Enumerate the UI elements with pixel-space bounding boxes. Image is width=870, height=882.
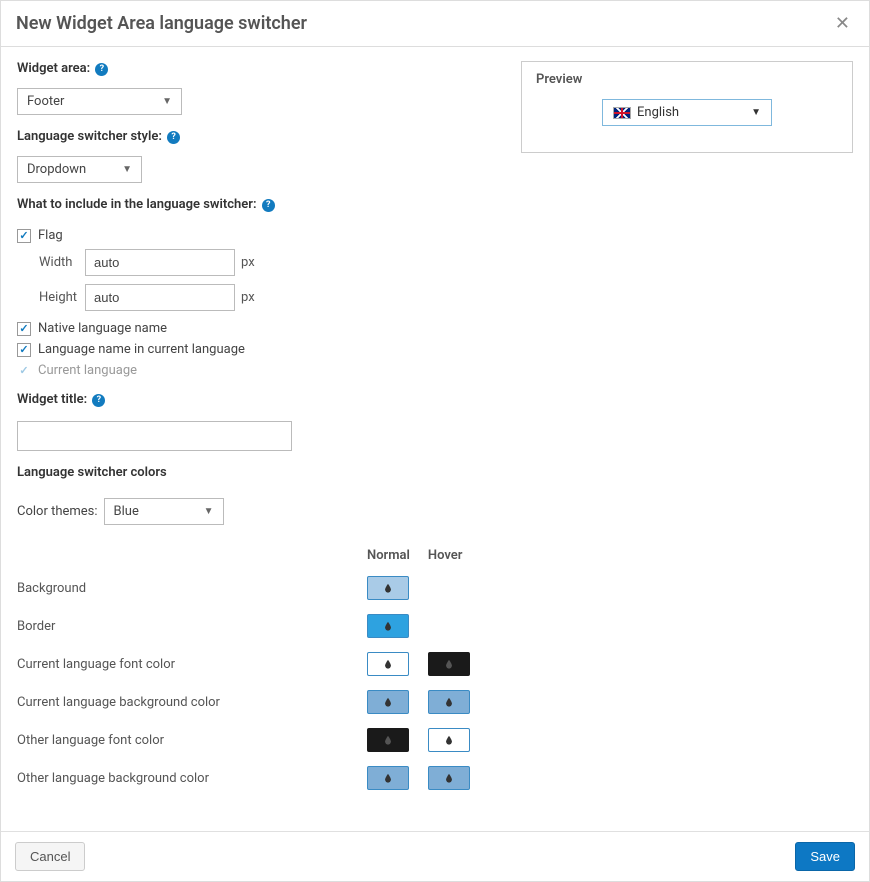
dialog-body: Widget area: ? Footer ▼ Language switche…	[1, 47, 869, 831]
flag-label: Flag	[38, 228, 63, 243]
dialog-header: New Widget Area language switcher ✕	[1, 1, 869, 47]
flag-height-input[interactable]	[85, 284, 235, 311]
flag-uk-icon	[613, 107, 631, 119]
color-theme-row: Color themes: Blue ▼	[17, 498, 503, 525]
color-swatch[interactable]	[367, 652, 409, 676]
preview-language-select[interactable]: English ▼	[602, 99, 772, 126]
native-checkbox[interactable]	[17, 322, 31, 336]
widget-title-label: Widget title:	[17, 392, 87, 407]
chevron-down-icon: ▼	[204, 506, 214, 517]
flag-width-input[interactable]	[85, 249, 235, 276]
dialog-title: New Widget Area language switcher	[16, 13, 307, 34]
color-theme-select[interactable]: Blue ▼	[104, 498, 224, 525]
dialog-footer: Cancel Save	[1, 831, 869, 881]
preview-lang-text: English	[637, 105, 679, 120]
color-row-label: Current language font color	[17, 645, 367, 683]
color-swatch[interactable]	[428, 690, 470, 714]
widget-area-label: Widget area:	[17, 61, 90, 76]
width-row: Width px	[39, 249, 503, 276]
color-row: Other language background color	[17, 759, 488, 797]
color-swatch[interactable]	[428, 766, 470, 790]
color-themes-label: Color themes:	[17, 504, 98, 519]
help-icon[interactable]: ?	[262, 199, 275, 212]
currentname-label: Language name in current language	[38, 342, 245, 357]
native-checkbox-row: Native language name	[17, 321, 503, 336]
widget-title-input[interactable]	[17, 421, 292, 451]
chevron-down-icon: ▼	[122, 164, 132, 175]
currentlang-checkbox-row: Current language	[17, 363, 503, 378]
color-swatch[interactable]	[367, 690, 409, 714]
flag-checkbox[interactable]	[17, 229, 31, 243]
cancel-button[interactable]: Cancel	[15, 842, 85, 871]
preview-column: Preview English ▼	[521, 61, 853, 811]
color-row: Current language background color	[17, 683, 488, 721]
color-row-label: Current language background color	[17, 683, 367, 721]
dialog: New Widget Area language switcher ✕ Widg…	[0, 0, 870, 882]
color-row-label: Other language font color	[17, 721, 367, 759]
chevron-down-icon: ▼	[751, 107, 761, 118]
color-row-label: Background	[17, 569, 367, 607]
color-row: Other language font color	[17, 721, 488, 759]
hover-header: Hover	[428, 541, 488, 569]
colors-group: Language switcher colors Color themes: B…	[17, 465, 503, 797]
chevron-down-icon: ▼	[162, 96, 172, 107]
px-unit: px	[241, 255, 255, 270]
currentname-checkbox[interactable]	[17, 343, 31, 357]
color-theme-value: Blue	[114, 504, 139, 519]
style-value: Dropdown	[27, 162, 86, 177]
form-column: Widget area: ? Footer ▼ Language switche…	[17, 61, 503, 811]
color-row: Current language font color	[17, 645, 488, 683]
color-row: Border	[17, 607, 488, 645]
widget-title-group: Widget title: ?	[17, 392, 503, 451]
style-label: Language switcher style:	[17, 129, 162, 144]
color-swatch[interactable]	[367, 766, 409, 790]
color-swatch[interactable]	[367, 728, 409, 752]
color-swatch[interactable]	[428, 728, 470, 752]
height-label: Height	[39, 290, 85, 305]
widget-area-group: Widget area: ? Footer ▼	[17, 61, 503, 115]
native-label: Native language name	[38, 321, 167, 336]
include-group: What to include in the language switcher…	[17, 197, 503, 378]
px-unit: px	[241, 290, 255, 305]
preview-lang: English	[613, 105, 679, 120]
normal-header: Normal	[367, 541, 428, 569]
color-table-header: Normal Hover	[17, 541, 488, 569]
color-table: Normal Hover BackgroundBorderCurrent lan…	[17, 541, 488, 797]
help-icon[interactable]: ?	[167, 131, 180, 144]
currentlang-checkbox	[17, 364, 31, 378]
help-icon[interactable]: ?	[95, 63, 108, 76]
style-select[interactable]: Dropdown ▼	[17, 156, 142, 183]
color-row: Background	[17, 569, 488, 607]
color-swatch[interactable]	[367, 576, 409, 600]
currentlang-label: Current language	[38, 363, 137, 378]
preview-box: Preview English ▼	[521, 61, 853, 153]
color-swatch[interactable]	[367, 614, 409, 638]
flag-dimensions: Width px Height px	[39, 249, 503, 311]
flag-checkbox-row: Flag	[17, 228, 503, 243]
height-row: Height px	[39, 284, 503, 311]
help-icon[interactable]: ?	[92, 394, 105, 407]
widget-area-select[interactable]: Footer ▼	[17, 88, 182, 115]
color-swatch[interactable]	[428, 652, 470, 676]
style-group: Language switcher style: ? Dropdown ▼	[17, 129, 503, 183]
widget-area-value: Footer	[27, 94, 64, 109]
colors-label: Language switcher colors	[17, 465, 167, 480]
include-label: What to include in the language switcher…	[17, 197, 257, 212]
color-row-label: Other language background color	[17, 759, 367, 797]
save-button[interactable]: Save	[795, 842, 855, 871]
preview-title: Preview	[536, 72, 838, 87]
width-label: Width	[39, 255, 85, 270]
close-icon[interactable]: ✕	[831, 13, 854, 34]
currentname-checkbox-row: Language name in current language	[17, 342, 503, 357]
color-row-label: Border	[17, 607, 367, 645]
